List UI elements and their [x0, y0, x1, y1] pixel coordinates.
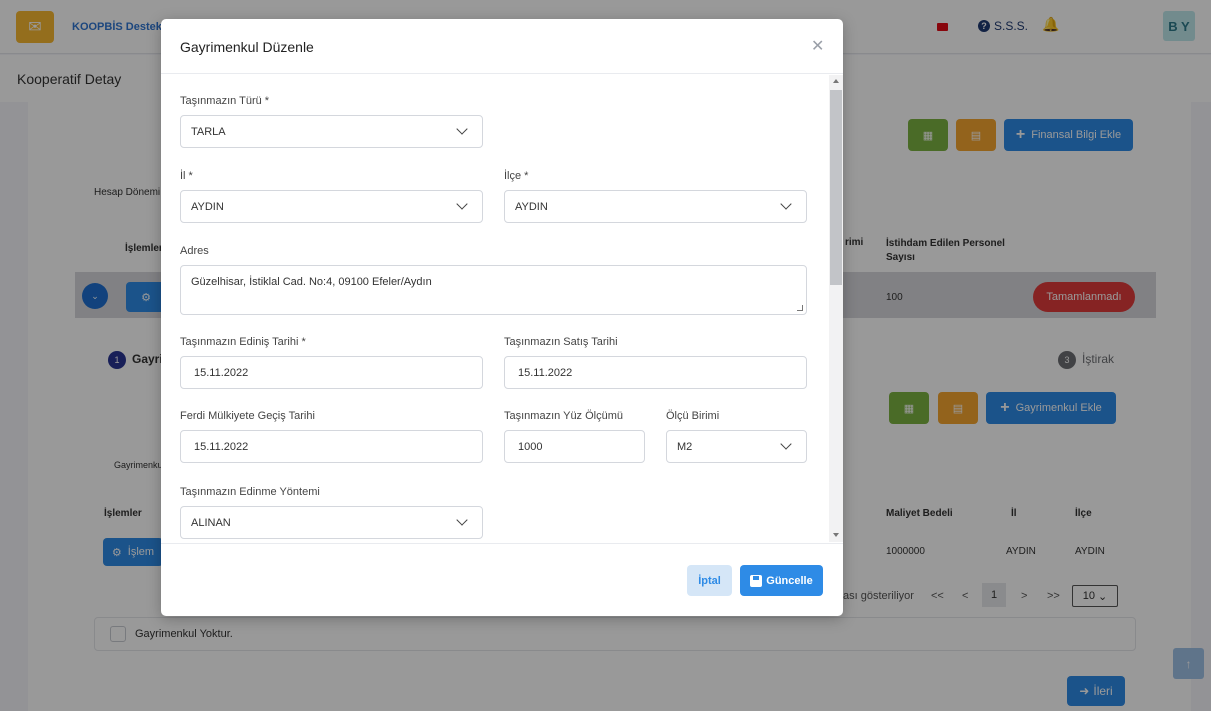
modal-footer: İptal Güncelle [161, 543, 843, 616]
property-type-value: TARLA [191, 125, 226, 138]
acquisition-date-label: Taşınmazın Ediniş Tarihi * [180, 336, 306, 348]
unit-select[interactable]: M2 [666, 430, 807, 463]
property-type-select[interactable]: TARLA [180, 115, 483, 148]
method-select[interactable]: ALINAN [180, 506, 483, 539]
modal-body: Taşınmazın Türü * TARLA İl * AYDIN İlçe … [161, 75, 843, 542]
scroll-up-arrow-icon[interactable] [833, 79, 839, 83]
chevron-down-icon [456, 123, 468, 135]
method-value: ALINAN [191, 516, 231, 529]
sale-date-label: Taşınmazın Satış Tarihi [504, 336, 618, 348]
unit-label: Ölçü Birimi [666, 410, 720, 422]
unit-value: M2 [677, 440, 693, 453]
resize-handle-icon[interactable] [797, 305, 803, 311]
city-select[interactable]: AYDIN [180, 190, 483, 223]
chevron-down-icon [456, 198, 468, 210]
update-button[interactable]: Güncelle [740, 565, 823, 596]
area-label: Taşınmazın Yüz Ölçümü [504, 410, 624, 422]
close-icon[interactable]: ✕ [811, 36, 824, 56]
method-label: Taşınmazın Edinme Yöntemi [180, 486, 320, 498]
district-select[interactable]: AYDIN [504, 190, 807, 223]
ownership-date-input[interactable]: 15.11.2022 [180, 430, 483, 463]
city-value: AYDIN [191, 200, 224, 213]
scrollbar-thumb[interactable] [830, 90, 842, 285]
modal-header: Gayrimenkul Düzenle ✕ [161, 19, 843, 74]
address-textarea[interactable]: Güzelhisar, İstiklal Cad. No:4, 09100 Ef… [180, 265, 807, 315]
area-input[interactable]: 1000 [504, 430, 645, 463]
district-value: AYDIN [515, 200, 548, 213]
address-label: Adres [180, 245, 209, 257]
save-icon [750, 574, 763, 587]
city-label: İl * [180, 170, 193, 182]
property-type-label: Taşınmazın Türü * [180, 95, 270, 107]
update-label: Güncelle [766, 574, 813, 587]
sale-date-input[interactable]: 15.11.2022 [504, 356, 807, 389]
acquisition-date-input[interactable]: 15.11.2022 [180, 356, 483, 389]
chevron-down-icon [780, 198, 792, 210]
address-value: Güzelhisar, İstiklal Cad. No:4, 09100 Ef… [191, 276, 432, 288]
district-label: İlçe * [504, 170, 529, 182]
ownership-date-label: Ferdi Mülkiyete Geçiş Tarihi [180, 410, 315, 422]
edit-property-modal: Gayrimenkul Düzenle ✕ Taşınmazın Türü * … [161, 19, 843, 616]
cancel-button[interactable]: İptal [687, 565, 732, 596]
scroll-down-arrow-icon[interactable] [833, 533, 839, 537]
chevron-down-icon [780, 438, 792, 450]
chevron-down-icon [456, 514, 468, 526]
modal-title: Gayrimenkul Düzenle [180, 39, 314, 55]
